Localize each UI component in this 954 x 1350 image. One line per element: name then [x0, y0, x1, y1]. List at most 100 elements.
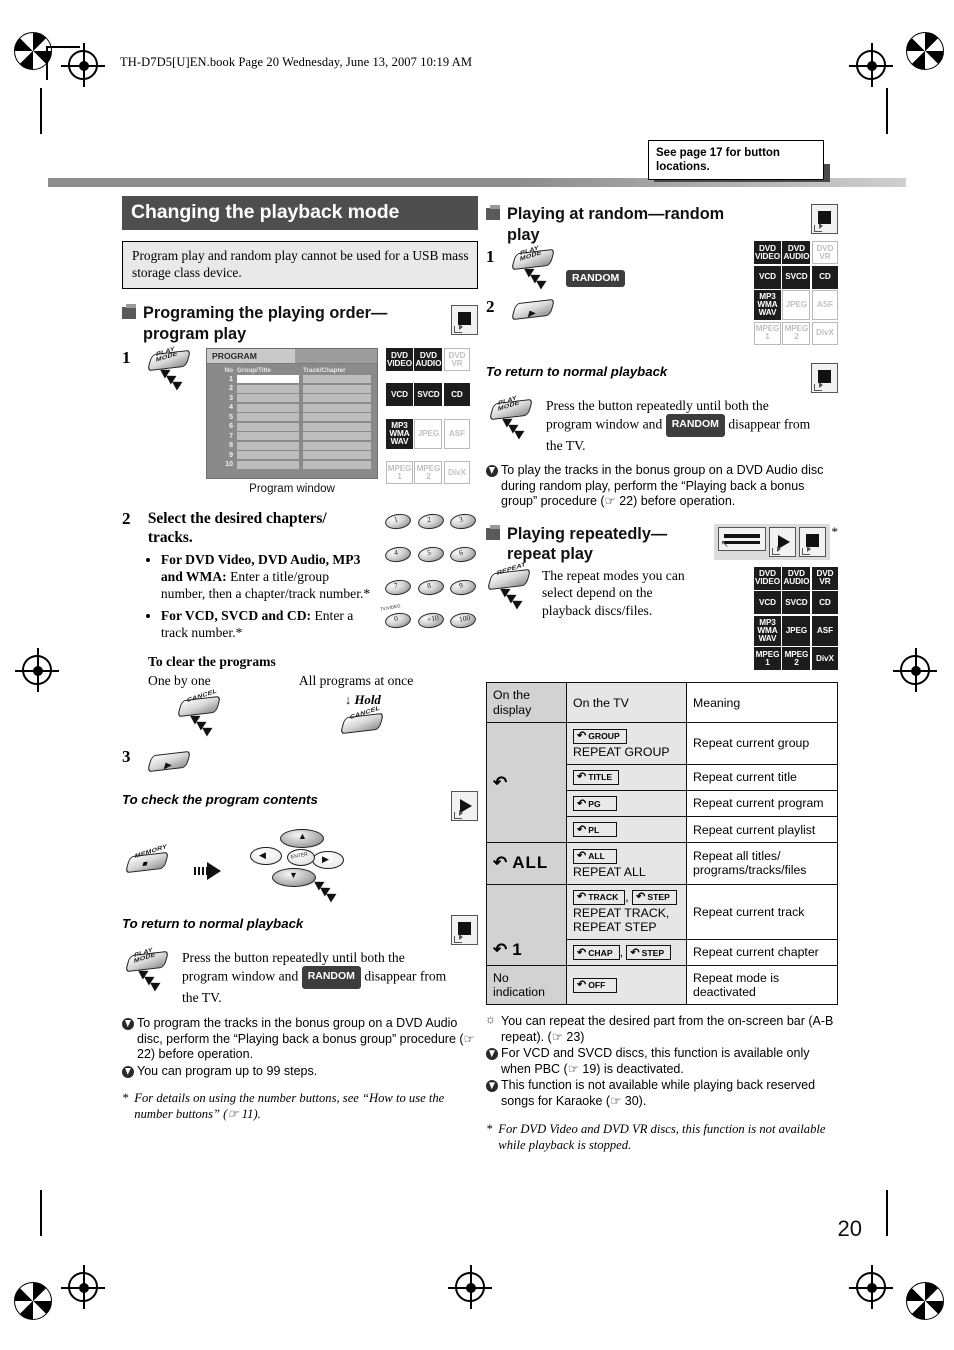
- disc-compatibility-grid-program: DVD VIDEO DVD AUDIO DVD VR VCD SVCD CD MP3 W…: [386, 348, 470, 495]
- program-play-heading-text: Programing the playing order—program pla…: [143, 304, 388, 343]
- clear-programs-heading: To clear the programs: [148, 654, 276, 670]
- repeat-mode-icon-group: ↖: [713, 523, 830, 560]
- program-window-caption: Program window: [249, 483, 335, 495]
- play-mode-button-icon-return-right: PLAY MODE: [488, 394, 536, 440]
- return-normal-heading-left: To return to normal playback: [122, 915, 304, 931]
- loop-icon: ↶: [636, 891, 646, 904]
- table-row: No indication ↶ OFF Repeat mode is deacti…: [486, 965, 838, 1006]
- disc-badge-dvd-vr: DVD VR: [811, 241, 838, 264]
- osd-sub-all: REPEAT ALL: [573, 864, 646, 879]
- program-row-number: 2: [229, 385, 233, 392]
- program-row-number: 4: [229, 404, 233, 411]
- note-ab-repeat-text: You can repeat the desired part from the…: [501, 1014, 834, 1044]
- program-window-tab: PROGRAM: [207, 349, 295, 364]
- loop-icon: ↶: [493, 853, 509, 873]
- random-play-heading: Playing at random—random play: [486, 204, 752, 245]
- program-row[interactable]: 6: [207, 422, 377, 431]
- note-bonus-group: To program the tracks in the bonus group…: [122, 1016, 478, 1063]
- asterisk-marker: *: [122, 1091, 129, 1106]
- note-karaoke-text: This function is not available while pla…: [501, 1078, 816, 1108]
- step-1-number: 1: [122, 348, 131, 367]
- disc-badge-mpeg2: MPEG 2: [782, 647, 811, 671]
- tv-indicator-group: ↶ GROUP REPEAT GROUP: [566, 722, 687, 765]
- osd-tag-step-2: ↶ STEP: [626, 945, 672, 961]
- right-column: Playing at random—random play 1 PLAY MOD…: [485, 196, 839, 1153]
- program-row-number: 5: [229, 413, 233, 421]
- disc-badge-asf: ASF: [811, 615, 838, 646]
- stop-mode-icon: [451, 914, 478, 945]
- play-triangle-icon: ▶: [163, 759, 174, 770]
- osd-tag-chap-label: CHAP: [588, 947, 613, 958]
- note-icon: [486, 1080, 498, 1093]
- program-row[interactable]: 7: [207, 432, 377, 440]
- program-row[interactable]: 9: [207, 451, 377, 459]
- loop-icon: ↶: [577, 946, 587, 959]
- meaning-off: Repeat mode is deactivated: [686, 965, 838, 1006]
- disc-compatibility-grid-repeat: DVD VIDEO DVD AUDIO DVD VR VCD SVCD CD MP3 W…: [754, 566, 838, 671]
- play-triangle-icon: ▶: [527, 307, 538, 319]
- osd-tag-step: ↶ STEP: [632, 889, 677, 905]
- column-header-no: No: [224, 367, 233, 374]
- play-mode-button-icon-random: PLAY MODE: [510, 245, 558, 290]
- random-step-1-number: 1: [486, 247, 495, 266]
- tv-indicator-title: ↶ TITLE: [566, 763, 687, 791]
- program-row[interactable]: 5: [207, 413, 377, 421]
- program-window: PROGRAM No Group/Title Track/Chapter 1 2…: [206, 348, 378, 479]
- osd-tag-title: ↶ TITLE: [573, 769, 620, 785]
- program-row[interactable]: 3: [207, 394, 377, 402]
- osd-tag-off: ↶ OFF: [573, 977, 617, 993]
- osd-tag-all-label: ALL: [588, 851, 605, 862]
- random-step-2-number: 2: [486, 297, 495, 316]
- repeat-icon-asterisk: *: [831, 523, 839, 539]
- number-key: +10: [415, 610, 446, 632]
- section-title: Changing the playback mode: [122, 196, 478, 230]
- disc-badge-svcd: SVCD: [414, 383, 443, 407]
- tag-separator: ,: [625, 889, 633, 904]
- disc-badge-vcd: VCD: [386, 383, 413, 407]
- display-one-label: 1: [512, 940, 523, 960]
- number-key: 9: [447, 577, 478, 599]
- random-play-heading-text: Playing at random—random play: [507, 205, 725, 244]
- disc-badge-jpeg: JPEG: [782, 290, 811, 320]
- bullet-dvd-formats: For DVD Video, DVD Audio, MP3 and WMA: E…: [161, 551, 374, 603]
- square-bullet-icon: [122, 304, 136, 319]
- program-row[interactable]: 4: [207, 403, 377, 412]
- note-random-bonus-group: To play the tracks in the bonus group on…: [486, 463, 838, 510]
- see-page-callout: See page 17 for button locations.: [648, 140, 824, 180]
- cursor-pad-icon: ▲ ◀ ▶ ENTER ▼: [246, 827, 354, 903]
- osd-tag-group-label: GROUP: [588, 731, 620, 742]
- display-all-label: ALL: [512, 853, 549, 873]
- meaning-pg: Repeat current program: [686, 789, 838, 818]
- note-bonus-group-text: To program the tracks in the bonus group…: [137, 1016, 475, 1062]
- loop-icon: ↶: [577, 797, 587, 810]
- loop-icon: ↶: [577, 771, 587, 784]
- meaning-group: Repeat current group: [686, 722, 838, 765]
- osd-tag-all: ↶ ALL: [573, 848, 617, 864]
- disc-compatibility-grid-random: DVD VIDEO DVD AUDIO DVD VR VCD SVCD CD MP3 W…: [754, 241, 838, 345]
- osd-bar-icon: ↖: [717, 526, 766, 551]
- disc-badge-svcd: SVCD: [782, 265, 811, 289]
- program-row[interactable]: 2: [207, 384, 377, 393]
- disc-badge-dvd-audio: DVD AUDIO: [782, 241, 811, 264]
- program-row[interactable]: 8: [207, 441, 377, 450]
- stop-mode-icon: [811, 362, 838, 393]
- disc-badge-dvd-vr: DVD VR: [443, 348, 470, 371]
- number-key: 3: [447, 511, 478, 533]
- number-key: 1: [382, 511, 413, 533]
- random-osd-tag: RANDOM: [566, 269, 626, 287]
- program-row[interactable]: 1: [207, 375, 377, 383]
- memory-button-icon: MEMORY ■: [124, 843, 172, 880]
- loop-icon: ↶: [577, 850, 587, 863]
- repeat-intro-text: The repeat modes you can select depend o…: [542, 567, 685, 618]
- display-no-indication: No indication: [486, 965, 567, 1006]
- left-column: Changing the playback mode Program play …: [122, 196, 478, 1122]
- osd-tag-step-2-label: STEP: [641, 947, 665, 958]
- meaning-pl: Repeat current playlist: [686, 816, 838, 844]
- number-key: 4: [382, 544, 413, 566]
- disc-badge-dvd-video: DVD VIDEO: [754, 241, 781, 264]
- check-contents-heading: To check the program contents: [122, 791, 318, 807]
- note-99-steps: You can program up to 99 steps.: [122, 1064, 478, 1080]
- disc-badge-vcd: VCD: [754, 591, 781, 615]
- program-row[interactable]: 10: [207, 460, 377, 469]
- play-button-icon-random: ▶: [510, 297, 558, 327]
